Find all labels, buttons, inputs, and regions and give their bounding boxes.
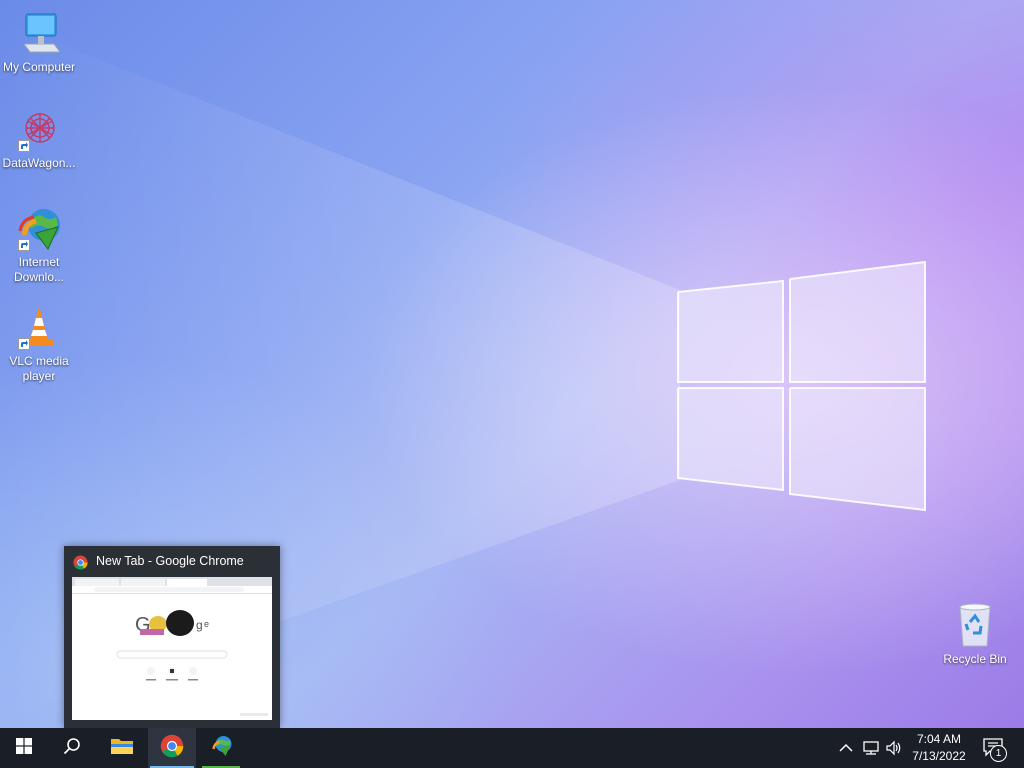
clock-date: 7/13/2022 xyxy=(912,749,966,763)
internet-download-manager-icon xyxy=(14,205,64,253)
preview-thumbnail[interactable]: G g e xyxy=(72,577,272,720)
svg-text:g: g xyxy=(196,618,203,632)
computer-icon xyxy=(14,10,64,58)
desktop-icon-label-line1: Internet xyxy=(18,255,60,269)
shortcut-arrow-icon xyxy=(18,140,30,152)
desktop-icon-label: DataWagon... xyxy=(2,156,76,170)
desktop-icon-label: My Computer xyxy=(2,60,76,74)
start-button[interactable] xyxy=(0,728,48,768)
chrome-icon xyxy=(73,555,88,575)
tray-clock[interactable]: 7:04 AM 7/13/2022 xyxy=(906,731,972,765)
tray-action-center[interactable]: 1 xyxy=(980,736,1010,762)
tray-volume[interactable] xyxy=(886,738,906,758)
desktop-icon-vlc[interactable]: VLC media player xyxy=(0,304,78,384)
clock-time: 7:04 AM xyxy=(916,732,962,746)
chevron-up-icon xyxy=(838,743,854,762)
volume-icon xyxy=(886,740,904,762)
tray-chevron[interactable] xyxy=(838,738,856,758)
shortcut-arrow-icon xyxy=(18,239,30,251)
desktop-icon-my-computer[interactable]: My Computer xyxy=(0,10,78,75)
tray-network[interactable] xyxy=(862,738,882,758)
network-icon xyxy=(862,741,880,762)
taskbar-chrome[interactable] xyxy=(148,728,196,768)
desktop-icon-label-line2: Downlo... xyxy=(13,270,65,284)
search-icon xyxy=(63,737,81,760)
search-button[interactable] xyxy=(48,728,96,768)
shortcut-arrow-icon xyxy=(18,338,30,350)
desktop-icon-recycle-bin[interactable]: Recycle Bin xyxy=(936,602,1014,667)
chrome-icon xyxy=(160,734,184,763)
vlc-cone-icon xyxy=(14,304,64,352)
desktop-icon-label: Recycle Bin xyxy=(943,652,1007,666)
desktop-icon-label-line2: player xyxy=(22,369,56,383)
file-explorer-icon xyxy=(110,736,134,761)
start-windows-icon xyxy=(16,737,32,759)
internet-download-manager-icon xyxy=(208,734,234,763)
taskbar: 7:04 AM 7/13/2022 1 xyxy=(0,728,1024,768)
desktop-icon-datawagon[interactable]: DataWagon... xyxy=(0,106,78,171)
svg-text:e: e xyxy=(204,619,209,629)
taskbar-preview-chrome[interactable]: New Tab - Google Chrome G g e xyxy=(64,546,280,728)
desktop-icon-internet-download-manager[interactable]: Internet Downlo... xyxy=(0,205,78,285)
preview-title: New Tab - Google Chrome xyxy=(96,554,244,568)
recycle-bin-icon xyxy=(950,602,1000,650)
desktop-icon-label-line1: VLC media xyxy=(9,354,69,368)
datawagon-icon xyxy=(14,106,64,154)
taskbar-internet-download-manager[interactable] xyxy=(200,728,242,768)
taskbar-file-explorer[interactable] xyxy=(98,728,146,768)
notification-count-badge: 1 xyxy=(990,745,1007,762)
